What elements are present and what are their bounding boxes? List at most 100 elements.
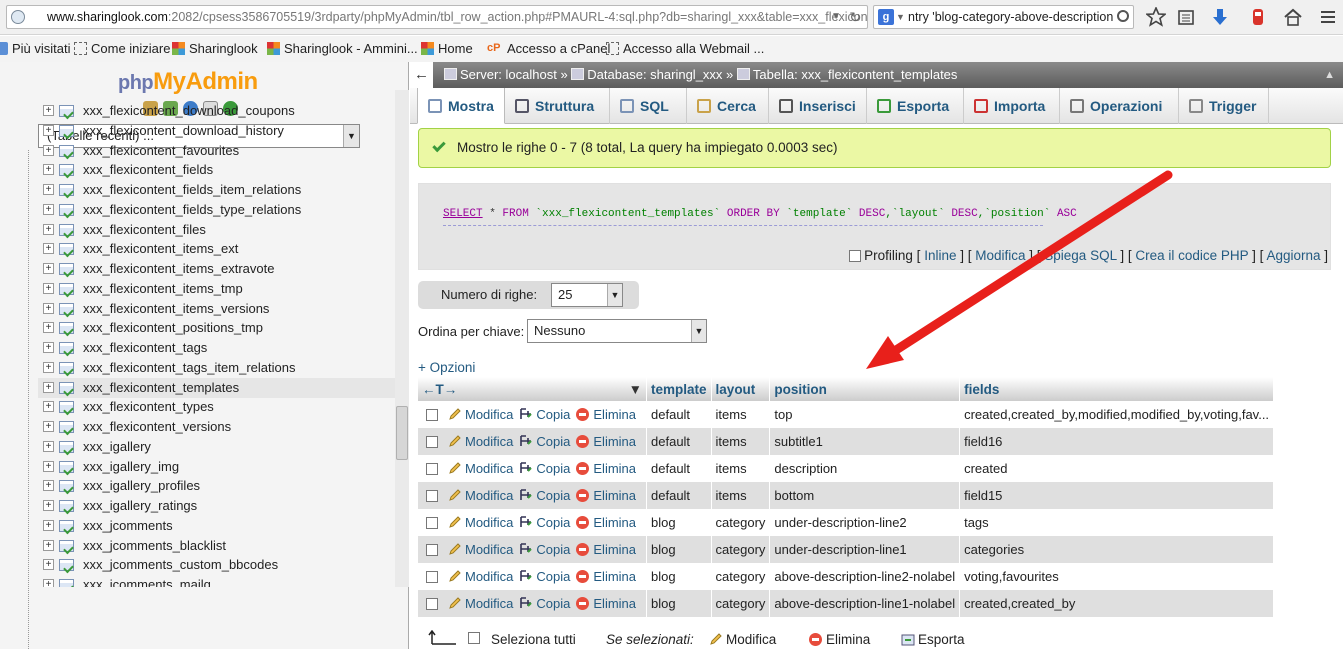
cell-fields[interactable]: created [959, 455, 1275, 482]
cell-template[interactable]: default [646, 428, 712, 455]
tree-item-label[interactable]: xxx_flexicontent_items_tmp [83, 279, 243, 299]
cell-position[interactable]: subtitle1 [769, 428, 961, 455]
table-icon[interactable] [59, 302, 74, 315]
row-checkbox[interactable] [426, 544, 438, 556]
table-icon[interactable] [59, 223, 74, 236]
cell-template[interactable]: blog [646, 536, 712, 563]
table-icon[interactable] [59, 519, 74, 532]
tab-importa[interactable]: Importa [964, 88, 1060, 124]
breadcrumb-server[interactable]: Server: localhost [460, 67, 557, 82]
options-link[interactable]: + Opzioni [418, 360, 475, 375]
row-delete-button[interactable]: Elimina [576, 461, 636, 476]
cell-fields[interactable]: created,created_by [959, 590, 1275, 617]
expand-icon[interactable]: + [43, 263, 54, 274]
tree-item-table[interactable]: + xxx_flexicontent_items_versions [38, 299, 395, 319]
table-icon[interactable] [59, 539, 74, 552]
table-icon[interactable] [59, 500, 74, 512]
table-icon[interactable] [59, 164, 74, 177]
row-copy-button[interactable]: Copia [519, 407, 570, 422]
table-icon[interactable] [59, 361, 74, 374]
tab-struttura[interactable]: Struttura [505, 88, 610, 124]
table-icon[interactable] [59, 421, 74, 433]
tree-scrollbar-thumb[interactable] [396, 406, 408, 460]
bulk-export-button[interactable]: Esporta [901, 632, 965, 647]
tree-item-label[interactable]: xxx_jcomments_mailq [83, 575, 211, 587]
row-edit-button[interactable]: Modifica [448, 434, 513, 449]
row-copy-button[interactable]: Copia [519, 434, 570, 449]
google-icon[interactable]: g [878, 9, 894, 25]
tree-item-label[interactable]: xxx_jcomments [83, 516, 173, 536]
url-dropdown-icon[interactable]: ▼ [831, 6, 841, 28]
expand-icon[interactable]: + [43, 381, 54, 393]
tree-item-label[interactable]: xxx_flexicontent_positions_tmp [83, 318, 263, 338]
tree-item-table[interactable]: + xxx_jcomments_mailq [38, 575, 395, 587]
tree-item-table[interactable]: + xxx_flexicontent_items_tmp [38, 279, 395, 299]
expand-icon[interactable]: + [43, 342, 54, 353]
expand-icon[interactable]: + [43, 579, 54, 587]
table-icon[interactable] [59, 124, 74, 137]
explain-sql-link[interactable]: Spiega SQL [1044, 248, 1116, 263]
expand-icon[interactable]: + [43, 164, 54, 176]
create-php-link[interactable]: Crea il codice PHP [1135, 248, 1248, 263]
tree-item-label[interactable]: xxx_jcomments_blacklist [83, 536, 226, 556]
bookmark-webmail[interactable]: Accesso alla Webmail ... [606, 41, 764, 56]
table-icon[interactable] [59, 381, 74, 394]
cell-template[interactable]: default [646, 482, 712, 509]
expand-icon[interactable]: + [43, 440, 54, 452]
tab-inserisci[interactable]: Inserisci [769, 88, 867, 124]
sort-menu-icon[interactable]: ▼ [629, 382, 642, 397]
tree-item-label[interactable]: xxx_flexicontent_download_coupons [83, 101, 295, 121]
cell-fields[interactable]: categories [959, 536, 1275, 563]
search-icon[interactable] [1117, 10, 1129, 22]
tree-item-table[interactable]: + xxx_flexicontent_download_history [38, 121, 395, 141]
cell-layout[interactable]: items [711, 428, 771, 455]
bulk-edit-button[interactable]: Modifica [709, 632, 776, 647]
row-checkbox[interactable] [426, 571, 438, 583]
home-icon[interactable] [1283, 7, 1303, 27]
table-icon[interactable] [59, 144, 74, 157]
reload-icon[interactable]: ↻ [849, 6, 861, 28]
tree-item-label[interactable]: xxx_igallery [83, 437, 151, 457]
table-icon[interactable] [59, 460, 74, 473]
row-delete-button[interactable]: Elimina [576, 407, 636, 422]
table-icon[interactable] [59, 579, 74, 587]
tree-item-label[interactable]: xxx_igallery_img [83, 457, 179, 477]
cell-template[interactable]: default [646, 455, 712, 482]
expand-icon[interactable]: + [43, 223, 54, 235]
expand-icon[interactable]: + [43, 322, 54, 334]
tree-item-table[interactable]: + xxx_flexicontent_download_coupons [38, 101, 395, 121]
tree-item-table[interactable]: + xxx_flexicontent_favourites [38, 141, 395, 161]
cell-template[interactable]: blog [646, 509, 712, 536]
tree-item-label[interactable]: xxx_flexicontent_tags_item_relations [83, 358, 295, 378]
row-checkbox[interactable] [426, 436, 438, 448]
cell-position[interactable]: description [769, 455, 961, 482]
bookmark-piu-visitati[interactable]: Più visitati [0, 41, 71, 56]
breadcrumb-table[interactable]: Tabella: xxx_flexicontent_templates [753, 67, 958, 82]
cell-position[interactable]: bottom [769, 482, 961, 509]
row-copy-button[interactable]: Copia [519, 569, 570, 584]
row-delete-button[interactable]: Elimina [576, 434, 636, 449]
row-edit-button[interactable]: Modifica [448, 461, 513, 476]
cell-layout[interactable]: category [711, 590, 771, 617]
bookmark-come-iniziare[interactable]: Come iniziare [74, 41, 170, 56]
tree-item-label[interactable]: xxx_flexicontent_favourites [83, 141, 239, 161]
row-delete-button[interactable]: Elimina [576, 596, 636, 611]
table-icon[interactable] [59, 243, 74, 256]
download-icon[interactable] [1210, 7, 1230, 27]
row-checkbox[interactable] [426, 517, 438, 529]
tree-item-table[interactable]: + xxx_flexicontent_files [38, 220, 395, 240]
row-delete-button[interactable]: Elimina [576, 569, 636, 584]
search-input[interactable]: ntry 'blog-category-above-description [908, 6, 1113, 28]
refresh-link[interactable]: Aggiorna [1266, 248, 1320, 263]
tab-mostra[interactable]: Mostra [417, 88, 505, 124]
table-icon[interactable] [59, 480, 74, 493]
tree-item-label[interactable]: xxx_jcomments_custom_bbcodes [83, 555, 278, 575]
tree-item-label[interactable]: xxx_flexicontent_fields_item_relations [83, 180, 301, 200]
table-icon[interactable] [59, 105, 74, 117]
expand-icon[interactable]: + [43, 243, 54, 255]
tree-item-label[interactable]: xxx_flexicontent_items_versions [83, 299, 269, 319]
cell-position[interactable]: top [769, 401, 961, 428]
breadcrumb-database[interactable]: Database: sharingl_xxx [587, 67, 722, 82]
cell-layout[interactable]: items [711, 482, 771, 509]
table-icon[interactable] [59, 401, 74, 414]
